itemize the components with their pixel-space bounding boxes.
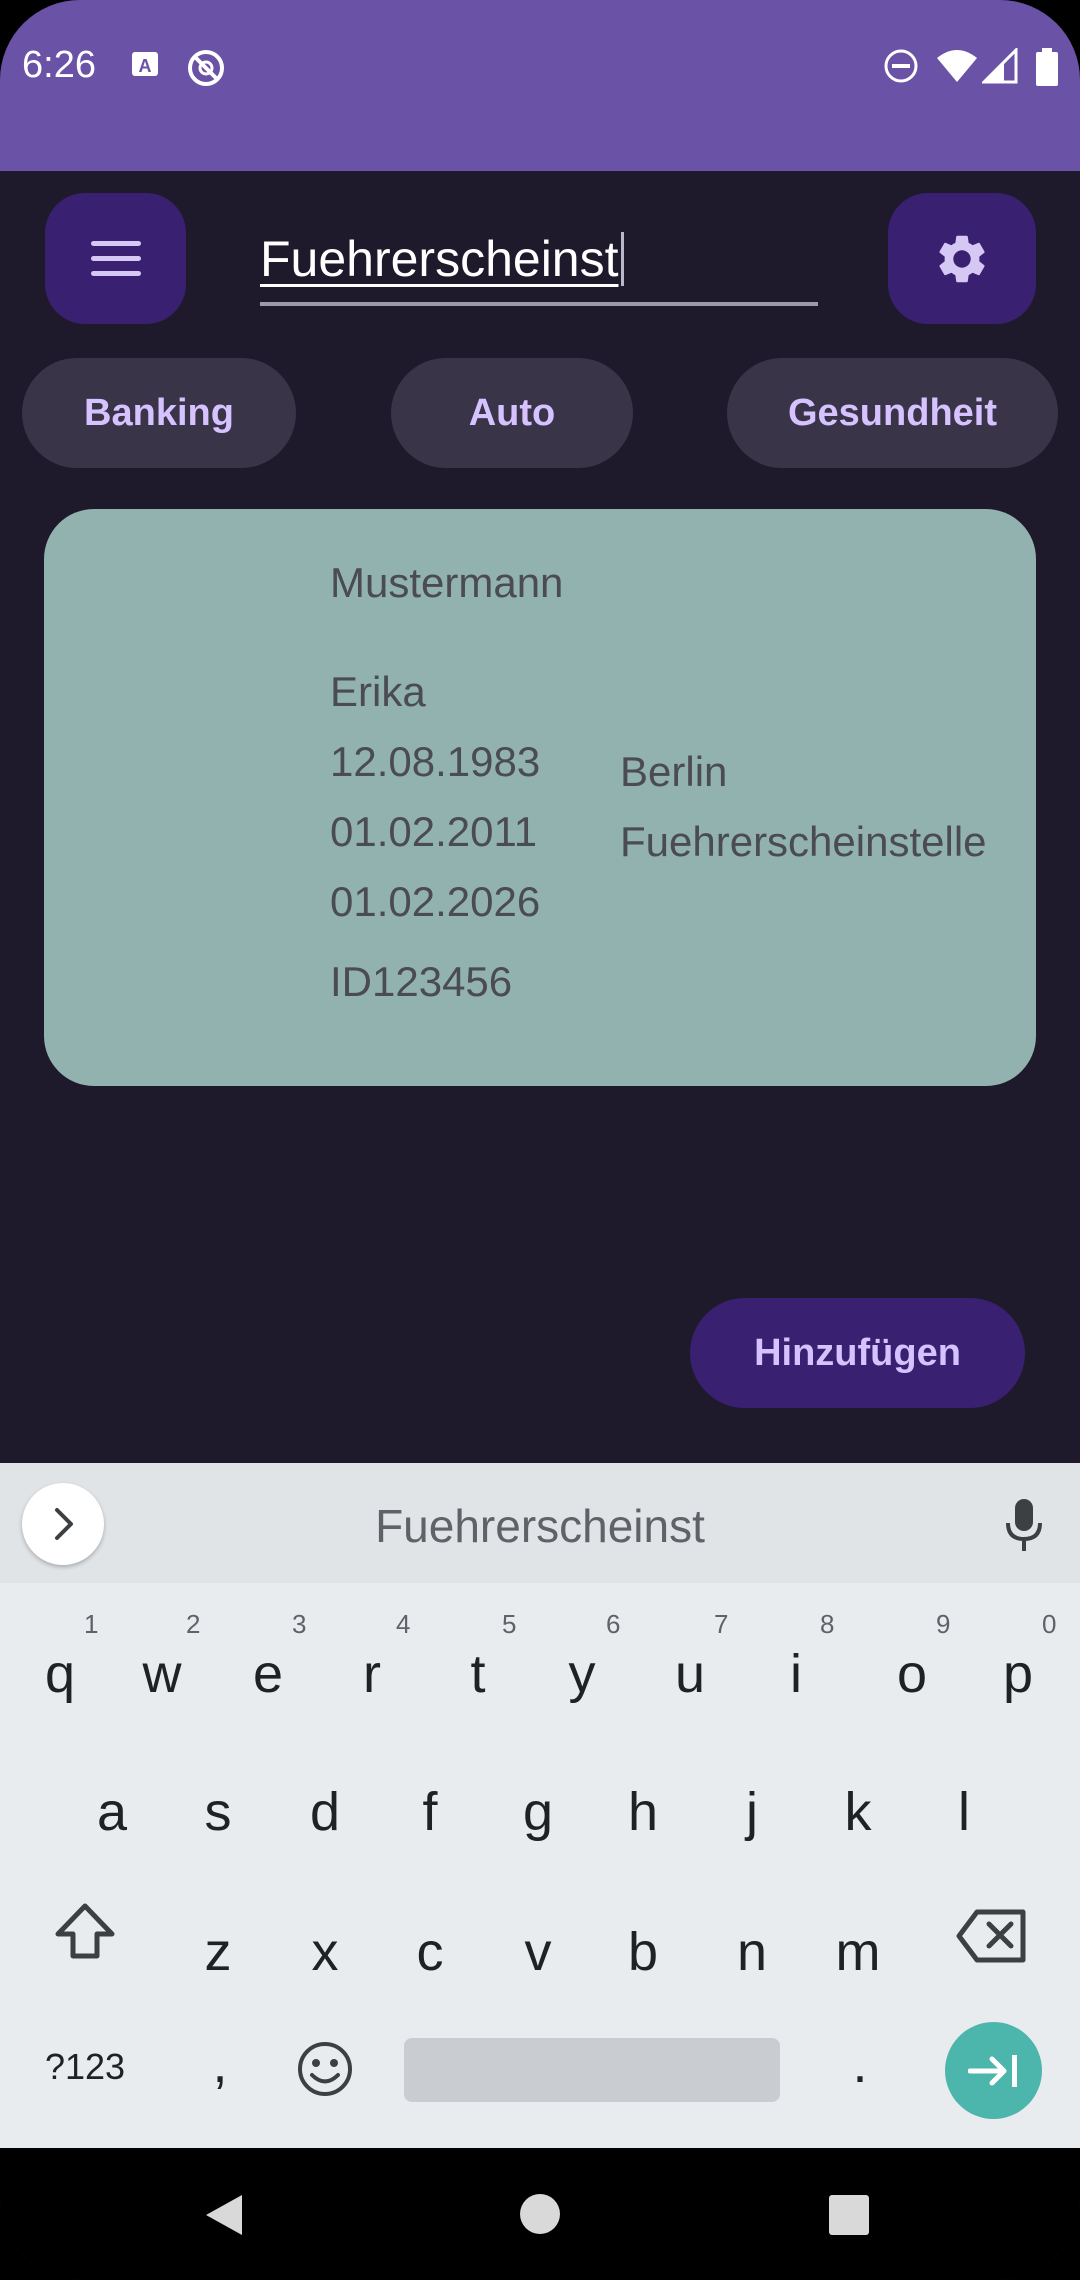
- enter-key[interactable]: [945, 2022, 1042, 2119]
- add-button[interactable]: Hinzufügen: [690, 1298, 1025, 1408]
- key-y[interactable]: y: [532, 1643, 632, 1705]
- key-q[interactable]: q: [10, 1643, 110, 1705]
- key-h[interactable]: h: [593, 1781, 693, 1843]
- gear-icon: [933, 230, 991, 293]
- key-hint-6: 6: [606, 1609, 621, 1639]
- key-hint-2: 2: [186, 1609, 201, 1639]
- svg-text:A: A: [139, 56, 152, 76]
- key-j[interactable]: j: [702, 1781, 802, 1843]
- key-z[interactable]: z: [168, 1921, 268, 1983]
- key-o[interactable]: o: [862, 1643, 962, 1705]
- key-m[interactable]: m: [808, 1921, 908, 1983]
- keyboard: Fuehrerscheinst q 1w 2e 3r 4t 5y 6u 7i 8o 9p 0 asd…: [0, 1463, 1080, 2148]
- card-issue-date: 01.02.2011: [330, 808, 538, 855]
- key-hint-9: 9: [936, 1609, 951, 1639]
- keyboard-a-icon: A: [130, 48, 162, 85]
- home-icon[interactable]: [518, 2192, 562, 2241]
- backspace-key[interactable]: [955, 1908, 1027, 1969]
- tab-arrow-icon: [967, 2051, 1020, 2096]
- key-c[interactable]: c: [380, 1921, 480, 1983]
- key-b[interactable]: b: [593, 1921, 693, 1983]
- card-authority: Fuehrerscheinstelle: [620, 818, 987, 865]
- card-id-number: ID123456: [330, 958, 513, 1005]
- key-a[interactable]: a: [62, 1781, 162, 1843]
- search-field[interactable]: Fuehrerscheinst: [260, 222, 818, 306]
- menu-button[interactable]: [45, 193, 186, 324]
- license-card[interactable]: Mustermann Erika 12.08.1983 01.02.2011 0…: [44, 509, 1036, 1086]
- key-l[interactable]: l: [914, 1781, 1014, 1843]
- settings-button[interactable]: [888, 193, 1036, 324]
- comma-key[interactable]: ,: [170, 2033, 270, 2095]
- key-d[interactable]: d: [275, 1781, 375, 1843]
- symbols-key[interactable]: ?123: [35, 2046, 135, 2088]
- wifi-icon: [935, 48, 979, 89]
- search-input[interactable]: Fuehrerscheinst: [260, 231, 619, 287]
- key-k[interactable]: k: [808, 1781, 908, 1843]
- recents-icon[interactable]: [828, 2194, 870, 2241]
- search-underline: [260, 302, 818, 306]
- chip-banking[interactable]: Banking: [22, 358, 296, 468]
- key-hint-3: 3: [292, 1609, 307, 1639]
- key-w[interactable]: w: [112, 1643, 212, 1705]
- card-expiry-date: 01.02.2026: [330, 878, 541, 925]
- navigation-bar: [0, 2148, 1080, 2280]
- key-hint-5: 5: [502, 1609, 517, 1639]
- chip-auto[interactable]: Auto: [391, 358, 633, 468]
- back-icon[interactable]: [204, 2193, 244, 2242]
- do-not-disturb-icon: [883, 48, 919, 89]
- suggestion-word[interactable]: Fuehrerscheinst: [0, 1499, 1080, 1553]
- key-f[interactable]: f: [380, 1781, 480, 1843]
- battery-icon: [1035, 48, 1059, 91]
- key-v[interactable]: v: [488, 1921, 588, 1983]
- space-key[interactable]: [404, 2038, 780, 2102]
- data-saver-icon: [186, 48, 226, 93]
- key-n[interactable]: n: [702, 1921, 802, 1983]
- card-birth-date: 12.08.1983: [330, 738, 541, 785]
- key-x[interactable]: x: [275, 1921, 375, 1983]
- key-t[interactable]: t: [428, 1643, 528, 1705]
- status-time: 6:26: [22, 44, 96, 86]
- screen: 6:26 A Fuehrerscheinst Banking Auto Gesu…: [0, 0, 1080, 2280]
- card-surname: Mustermann: [330, 559, 564, 606]
- card-given-name: Erika: [330, 668, 426, 715]
- key-hint-1: 1: [84, 1609, 99, 1639]
- mic-icon[interactable]: [1000, 1497, 1050, 1558]
- key-hint-7: 7: [714, 1609, 729, 1639]
- key-e[interactable]: e: [218, 1643, 318, 1705]
- chip-gesundheit[interactable]: Gesundheit: [727, 358, 1058, 468]
- key-p[interactable]: p: [968, 1643, 1068, 1705]
- shift-key[interactable]: [52, 1900, 118, 1967]
- key-g[interactable]: g: [488, 1781, 588, 1843]
- key-hint-0: 0: [1042, 1609, 1057, 1639]
- status-bar: 6:26 A: [0, 0, 1080, 171]
- emoji-key[interactable]: [296, 2040, 354, 2103]
- key-hint-4: 4: [396, 1609, 411, 1639]
- key-hint-8: 8: [820, 1609, 835, 1639]
- card-city: Berlin: [620, 748, 728, 795]
- period-key[interactable]: .: [810, 2033, 910, 2095]
- cell-signal-icon: [980, 46, 1018, 89]
- key-i[interactable]: i: [746, 1643, 846, 1705]
- key-u[interactable]: u: [640, 1643, 740, 1705]
- key-r[interactable]: r: [322, 1643, 422, 1705]
- text-cursor: [620, 232, 624, 286]
- suggestion-bar: Fuehrerscheinst: [0, 1463, 1080, 1583]
- key-s[interactable]: s: [168, 1781, 268, 1843]
